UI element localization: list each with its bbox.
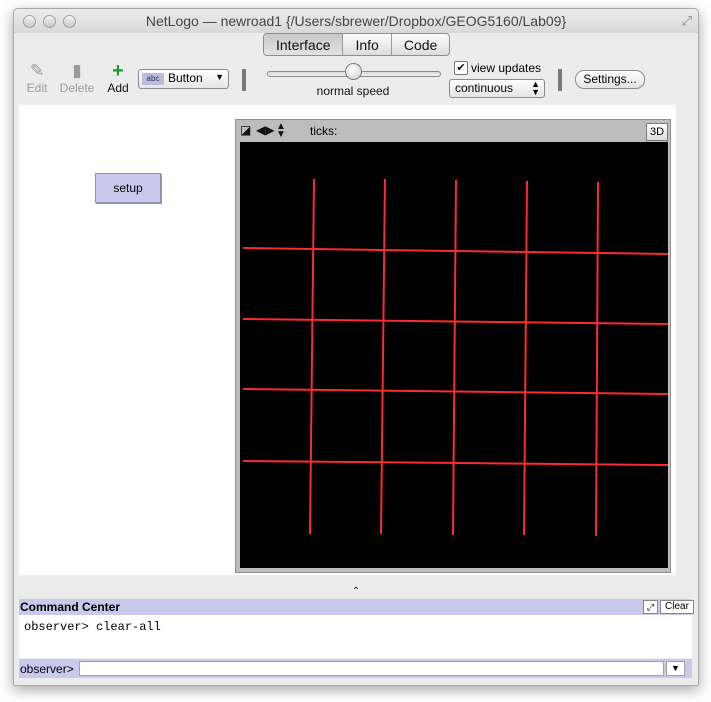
fit-view-icon[interactable]: ◪ <box>240 123 251 137</box>
expand-icon[interactable]: ⤢ <box>643 600 658 614</box>
splitter-handle[interactable]: ⌃ <box>14 587 698 597</box>
add-button[interactable]: + Add <box>106 61 130 95</box>
command-center-header: Command Center ⤢ Clear <box>19 599 694 615</box>
title-bar: NetLogo — newroad1 {/Users/sbrewer/Dropb… <box>14 9 698 33</box>
delete-button[interactable]: ▮ Delete <box>59 61 95 95</box>
netlogo-window: NetLogo — newroad1 {/Users/sbrewer/Dropb… <box>13 8 699 686</box>
output-line: observer> clear-all <box>24 620 161 634</box>
tab-code[interactable]: Code <box>390 34 449 55</box>
delete-label: Delete <box>59 81 95 95</box>
toolbar-divider <box>558 69 562 91</box>
view-updates-label: view updates <box>471 61 542 75</box>
view-updates-checkbox[interactable]: ✔ <box>454 61 468 75</box>
3d-view-button[interactable]: 3D <box>646 123 668 141</box>
tab-info[interactable]: Info <box>342 34 390 55</box>
speed-slider-thumb[interactable] <box>345 63 362 80</box>
road-vertical <box>380 178 386 535</box>
trash-icon: ▮ <box>72 61 82 80</box>
arrows-up-down-icon[interactable]: ▲ ▼ <box>276 122 286 140</box>
pencil-icon: ✎ <box>29 61 45 80</box>
setup-button[interactable]: setup <box>95 173 161 203</box>
view-header: ◪ ◀▶ ▲ ▼ ticks: 3D <box>236 120 670 142</box>
plus-icon: + <box>112 60 124 82</box>
road-horizontal <box>242 460 669 466</box>
toolbar-divider <box>242 69 246 91</box>
road-vertical <box>523 180 528 536</box>
stepper-arrows-icon: ▲ ▼ <box>531 79 540 97</box>
road-horizontal <box>242 388 669 395</box>
command-center-title: Command Center <box>20 600 121 614</box>
widget-type-select[interactable]: abc Button ▼ <box>138 69 229 89</box>
vertical-scrollbar[interactable] <box>676 105 692 575</box>
command-input-row: observer> ▼ <box>19 659 692 678</box>
window-title: NetLogo — newroad1 {/Users/sbrewer/Dropb… <box>145 13 567 29</box>
agent-prompt-label[interactable]: observer> <box>20 662 74 676</box>
speed-label: normal speed <box>316 84 390 98</box>
world-view: ◪ ◀▶ ▲ ▼ ticks: 3D <box>235 119 671 573</box>
update-mode-value: continuous <box>455 81 514 95</box>
history-dropdown-icon[interactable]: ▼ <box>666 661 685 676</box>
tab-interface[interactable]: Interface <box>264 34 343 55</box>
widget-type-value: Button <box>168 71 203 85</box>
command-input[interactable] <box>79 661 664 676</box>
settings-button[interactable]: Settings... <box>575 70 645 89</box>
command-output: observer> clear-all <box>19 615 692 658</box>
road-vertical <box>452 179 457 536</box>
tab-bar: Interface Info Code <box>263 33 451 56</box>
edit-label: Edit <box>26 81 48 95</box>
add-label: Add <box>107 81 129 95</box>
interface-pane[interactable]: setup ◪ ◀▶ ▲ ▼ ticks: 3D <box>19 105 676 575</box>
chevron-down-icon: ▼ <box>215 72 224 82</box>
button-widget-icon: abc <box>142 73 164 85</box>
road-vertical <box>595 181 599 537</box>
road-grid <box>242 178 669 537</box>
clear-button[interactable]: Clear <box>660 600 694 614</box>
world-canvas[interactable] <box>240 142 669 568</box>
fullscreen-icon[interactable]: ⤢ <box>682 13 692 29</box>
edit-button[interactable]: ✎ Edit <box>25 61 49 95</box>
toolbar: ✎ Edit ▮ Delete + Add abc Button ▼ norma… <box>14 55 698 105</box>
ticks-label: ticks: <box>310 124 338 138</box>
road-vertical <box>309 178 315 535</box>
update-mode-select[interactable]: continuous ▲ ▼ <box>449 79 545 98</box>
arrows-left-right-icon[interactable]: ◀▶ <box>256 123 274 137</box>
